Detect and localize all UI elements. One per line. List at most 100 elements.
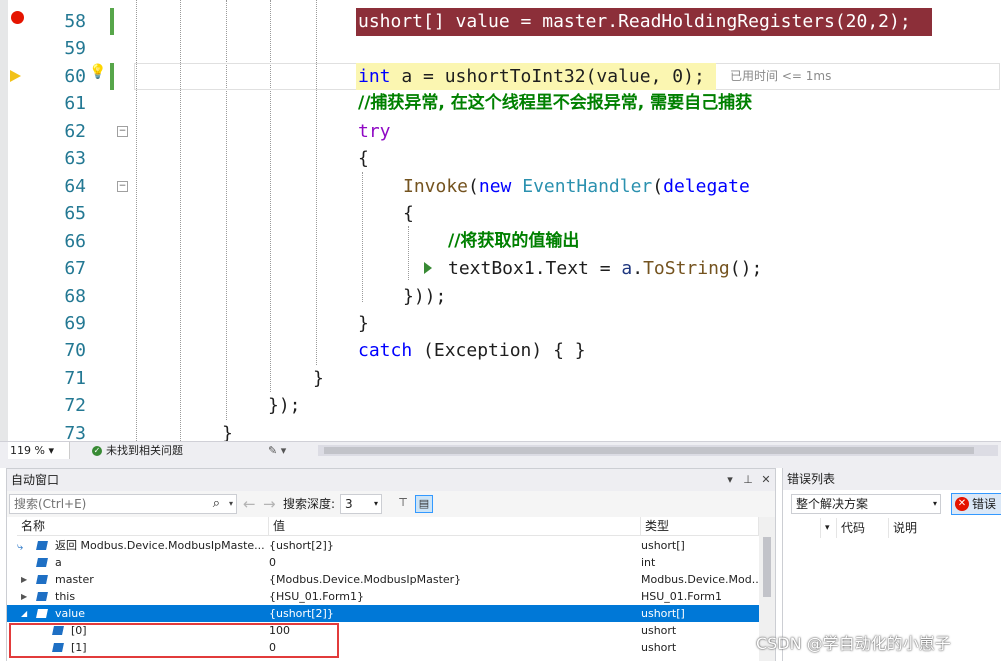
scrollbar-thumb[interactable] xyxy=(763,537,771,597)
code-line-71[interactable]: } xyxy=(313,365,324,392)
line-number: 59 xyxy=(64,38,86,59)
column-header-type[interactable]: 类型 xyxy=(641,517,759,536)
line-number: 66 xyxy=(64,231,86,252)
table-row[interactable]: a 0 int xyxy=(7,554,759,571)
search-icon[interactable]: ⌕ xyxy=(213,495,220,513)
scrollbar-thumb[interactable] xyxy=(324,447,974,454)
line-number: 62 xyxy=(64,121,86,142)
autos-window: 自动窗口 ▾ ⊥ ✕ 搜索(Ctrl+E) ⌕ ▾ ← → 搜索深度: 3 ▾ … xyxy=(6,468,776,661)
row-value[interactable]: {ushort[2]} xyxy=(269,537,639,554)
code-line-65[interactable]: { xyxy=(403,200,414,227)
code-line-68[interactable]: })); xyxy=(403,283,446,310)
expand-icon[interactable]: ▶ xyxy=(21,571,27,588)
chevron-down-icon: ▾ xyxy=(932,499,937,508)
line-number: 67 xyxy=(64,258,86,279)
variable-icon xyxy=(36,558,48,567)
row-type: int xyxy=(641,556,656,569)
scope-select[interactable]: 整个解决方案 ▾ xyxy=(791,494,941,514)
code-line-62[interactable]: try xyxy=(358,118,391,145)
code-line-67[interactable]: textBox1.Text = a.ToString(); xyxy=(448,255,762,282)
error-icon: ✕ xyxy=(955,497,969,511)
line-number: 71 xyxy=(64,368,86,389)
column-header-description[interactable]: 说明 xyxy=(889,518,1001,538)
collapse-icon[interactable]: ◢ xyxy=(21,605,27,622)
row-type: ushort xyxy=(641,624,677,637)
code-line-70[interactable]: catch (Exception) { } xyxy=(358,337,586,364)
row-type: ushort[] xyxy=(641,539,685,552)
code-cleanup-icon[interactable]: ✎ ▾ xyxy=(268,442,286,459)
row-type: ushort[] xyxy=(641,607,685,620)
watermark: CSDN @学自动化的小崽子 xyxy=(756,634,951,653)
column-header-flag[interactable]: ▾ xyxy=(821,518,837,538)
table-row-selected[interactable]: ◢ value {ushort[2]} ushort[] xyxy=(7,605,759,622)
zoom-select[interactable]: 119 % ▾ xyxy=(8,442,70,459)
line-number: 64 xyxy=(64,176,86,197)
horizontal-scrollbar[interactable] xyxy=(318,445,998,456)
column-header-code[interactable]: 代码 xyxy=(837,518,889,538)
code-line-72[interactable]: }); xyxy=(268,392,301,419)
code-editor[interactable]: 💡 − − 58 59 60 61 62 63 64 65 66 67 68 6… xyxy=(0,0,1001,441)
issues-status[interactable]: 未找到相关问题 xyxy=(106,442,183,459)
table-row[interactable]: ▶ master {Modbus.Device.ModbusIpMaster} … xyxy=(7,571,759,588)
row-name: value xyxy=(55,607,86,620)
variable-icon xyxy=(36,541,48,550)
line-number: 58 xyxy=(64,11,86,32)
line-number: 70 xyxy=(64,340,86,361)
code-line-60[interactable]: int a = ushortToInt32(value, 0); xyxy=(358,63,705,90)
panel-divider[interactable] xyxy=(0,459,1001,468)
chevron-down-icon[interactable]: ▾ xyxy=(229,495,233,513)
row-value[interactable]: {ushort[2]} xyxy=(269,605,639,622)
row-name: a xyxy=(55,556,62,569)
panel-title: 自动窗口 xyxy=(11,473,60,487)
row-name: 返回 Modbus.Device.ModbusIpMaste... xyxy=(55,539,265,552)
row-value[interactable]: {HSU_01.Form1} xyxy=(269,588,639,605)
autos-grid[interactable]: 名称 值 类型 ⤷ 返回 Modbus.Device.ModbusIpMaste… xyxy=(7,517,775,661)
check-icon: ✓ xyxy=(92,446,102,456)
autos-title-bar[interactable]: 自动窗口 ▾ ⊥ ✕ xyxy=(7,469,775,491)
close-icon[interactable]: ✕ xyxy=(759,469,773,491)
code-line-61[interactable]: //捕获异常, 在这个线程里不会报异常, 需要自己捕获 xyxy=(358,90,752,117)
line-number: 61 xyxy=(64,93,86,114)
code-line-66[interactable]: //将获取的值输出 xyxy=(448,228,579,255)
forward-icon[interactable]: → xyxy=(263,494,276,514)
row-type: ushort xyxy=(641,641,677,654)
window-menu-icon[interactable]: ▾ xyxy=(723,469,737,491)
code-line-64[interactable]: Invoke(new EventHandler(delegate xyxy=(403,173,750,200)
search-input[interactable]: 搜索(Ctrl+E) ⌕ ▾ xyxy=(9,494,237,514)
code-line-73[interactable]: } xyxy=(222,420,233,441)
row-type: HSU_01.Form1 xyxy=(641,590,723,603)
column-header-blank[interactable] xyxy=(791,518,821,538)
filter-icon[interactable]: ⊤ xyxy=(394,495,412,513)
chevron-down-icon: ▾ xyxy=(373,499,378,508)
line-number: 68 xyxy=(64,286,86,307)
errors-filter-button[interactable]: ✕ 错误 xyxy=(951,493,1001,515)
back-icon[interactable]: ← xyxy=(243,494,256,514)
return-value-icon: ⤷ xyxy=(17,540,24,553)
column-header-value[interactable]: 值 xyxy=(269,517,641,536)
table-row[interactable]: ▶ this {HSU_01.Form1} HSU_01.Form1 xyxy=(7,588,759,605)
annotation-highlight-box xyxy=(9,623,339,658)
row-value[interactable]: 0 xyxy=(269,554,639,571)
row-name: this xyxy=(55,590,76,603)
search-depth-select[interactable]: 3 ▾ xyxy=(340,494,382,514)
row-name: master xyxy=(55,573,94,586)
search-depth-label: 搜索深度: xyxy=(283,497,336,511)
table-row[interactable]: ⤷ 返回 Modbus.Device.ModbusIpMaste... {ush… xyxy=(7,537,759,554)
column-header-name[interactable]: 名称 xyxy=(17,517,269,536)
line-number: 72 xyxy=(64,395,86,416)
variable-icon xyxy=(36,575,48,584)
line-number: 60 xyxy=(64,66,86,87)
hex-display-icon[interactable]: ▤ xyxy=(415,495,433,513)
editor-status-bar: 119 % ▾ ✓ 未找到相关问题 ✎ ▾ xyxy=(0,441,1001,459)
code-line-69[interactable]: } xyxy=(358,310,369,337)
run-to-click-icon[interactable] xyxy=(424,262,432,274)
row-value[interactable]: {Modbus.Device.ModbusIpMaster} xyxy=(269,571,639,588)
line-number: 65 xyxy=(64,203,86,224)
error-list-title-bar[interactable]: 错误列表 xyxy=(783,468,1001,490)
pin-icon[interactable]: ⊥ xyxy=(741,469,755,491)
expand-icon[interactable]: ▶ xyxy=(21,588,27,605)
code-line-58[interactable]: ushort[] value = master.ReadHoldingRegis… xyxy=(358,8,911,35)
code-line-63[interactable]: { xyxy=(358,145,369,172)
variable-icon xyxy=(36,592,48,601)
line-number: 69 xyxy=(64,313,86,334)
